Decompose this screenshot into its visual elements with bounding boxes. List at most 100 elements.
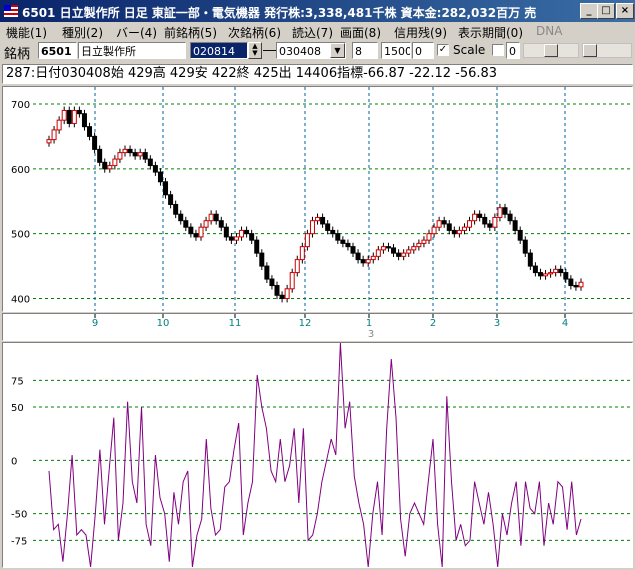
candle-body [517,229,523,241]
candle-body [127,148,133,154]
candle-body [340,239,346,244]
price-ytick-label: 700 [11,100,30,111]
scale-label: Scale [453,43,486,57]
candle-body [178,213,184,222]
candle-body [254,239,260,254]
param-field-a[interactable]: 8 [352,42,378,59]
candle-body [467,220,473,228]
candle-body [522,239,528,254]
candle-body [350,246,356,254]
indicator-chart-panel: 75 50 0 -50 -75 [2,342,633,568]
menu-bar: 機能(1) 種別(2) バー(4) 前銘柄(5) 次銘柄(6) 読込(7) 画面… [0,22,635,40]
chevron-down-icon[interactable]: ▼ [330,43,345,58]
candle-body [532,265,538,274]
issue-label: 銘柄 [4,47,31,62]
candle-body [315,216,321,222]
minimize-button[interactable]: _ [580,3,598,19]
candle-body [370,255,376,261]
candle-body [330,229,336,235]
from-date-field[interactable]: 020814 [190,42,248,59]
menu-screen[interactable]: 画面(8) [340,24,381,41]
param-field-d[interactable]: 0 [506,42,520,59]
candle-body [360,259,366,264]
candle-body [309,220,315,235]
menu-period[interactable]: 表示期間(0) [458,24,523,41]
candle-body [406,249,412,254]
issue-code-field[interactable]: 6501 [38,42,77,59]
candle-body [97,148,103,163]
indicator-ytick-label: 75 [11,376,24,387]
candle-body [568,278,574,287]
date-tick-label: 1 [366,318,372,329]
candle-body [107,165,113,170]
candle-body [391,247,397,254]
candle-body [512,220,518,231]
candle-body [365,259,371,264]
candle-body [117,152,123,160]
candle-body [264,265,270,280]
candle-body [527,252,533,267]
candle-body [51,129,57,141]
date-axis-panel: 9 10 11 12 1 2 3 4 3 [2,313,633,341]
info-readout: 287:日付030408始 429高 429安 422終 425出 14406指… [2,64,633,84]
date-tick-label: 4 [562,318,568,329]
candle-body [168,194,174,205]
candle-body [355,252,361,261]
menu-type[interactable]: 種別(2) [62,24,103,41]
indicator-chart: 75 50 0 -50 -75 [11,343,632,567]
menu-bar-type[interactable]: バー(4) [116,24,157,41]
candle-body [487,223,493,228]
candle-body [284,288,290,300]
candle-body [173,203,179,215]
title-bar: 6501 日立製作所 日足 東証一部・電気機器 発行株:3,338,481千株 … [0,0,635,22]
candle-body [152,165,158,173]
close-button[interactable]: × [616,3,634,19]
candle-body [223,226,229,238]
candle-body [553,268,559,274]
candle-body [502,207,508,215]
candle-body [563,272,569,280]
candle-body [233,236,239,241]
menu-load[interactable]: 読込(7) [292,24,333,41]
price-ytick-label: 500 [11,230,30,241]
candle-body [157,171,163,183]
scroll-slider-b[interactable] [582,43,632,58]
candle-body [472,213,478,222]
candle-body [401,252,407,257]
window-title: 6501 日立製作所 日足 東証一部・電気機器 発行株:3,338,481千株 … [22,6,537,20]
candle-body [213,213,219,222]
candle-body [198,226,204,238]
price-chart-panel: 400 500 600 700 [2,86,633,312]
indicator-series-line [48,343,582,567]
scroll-slider-a[interactable] [523,43,579,58]
candle-body [87,126,93,137]
menu-margin[interactable]: 信用残(9) [394,24,447,41]
candle-body [61,109,67,121]
menu-dna[interactable]: DNA [536,24,562,38]
candle-body [416,242,422,248]
issue-name-field[interactable]: 日立製作所 [78,42,186,59]
menu-function[interactable]: 機能(1) [6,24,47,41]
candle-body [294,259,300,274]
date-secondary-label: 3 [368,329,374,340]
maximize-button[interactable]: □ [597,3,615,19]
menu-prev-issue[interactable]: 前銘柄(5) [164,24,217,41]
param-field-b[interactable]: 1500 [381,42,411,59]
from-date-spinner[interactable]: ▲ ▼ [248,42,262,59]
option-checkbox[interactable] [492,44,504,56]
date-tick-label: 11 [229,318,242,329]
price-ytick-label: 600 [11,165,30,176]
candle-body [249,233,255,241]
scale-checkbox[interactable]: ✓ [437,44,449,56]
candle-body [320,216,326,225]
candle-body [203,220,209,228]
candle-body [188,226,194,235]
candle-body [208,213,214,222]
candle-body [492,216,498,228]
candle-body [385,246,391,249]
menu-next-issue[interactable]: 次銘柄(6) [228,24,281,41]
param-field-c[interactable]: 0 [412,42,434,59]
date-tick-label: 12 [299,318,312,329]
date-axis: 9 10 11 12 1 2 3 43 [92,314,568,340]
candle-body [446,223,452,231]
